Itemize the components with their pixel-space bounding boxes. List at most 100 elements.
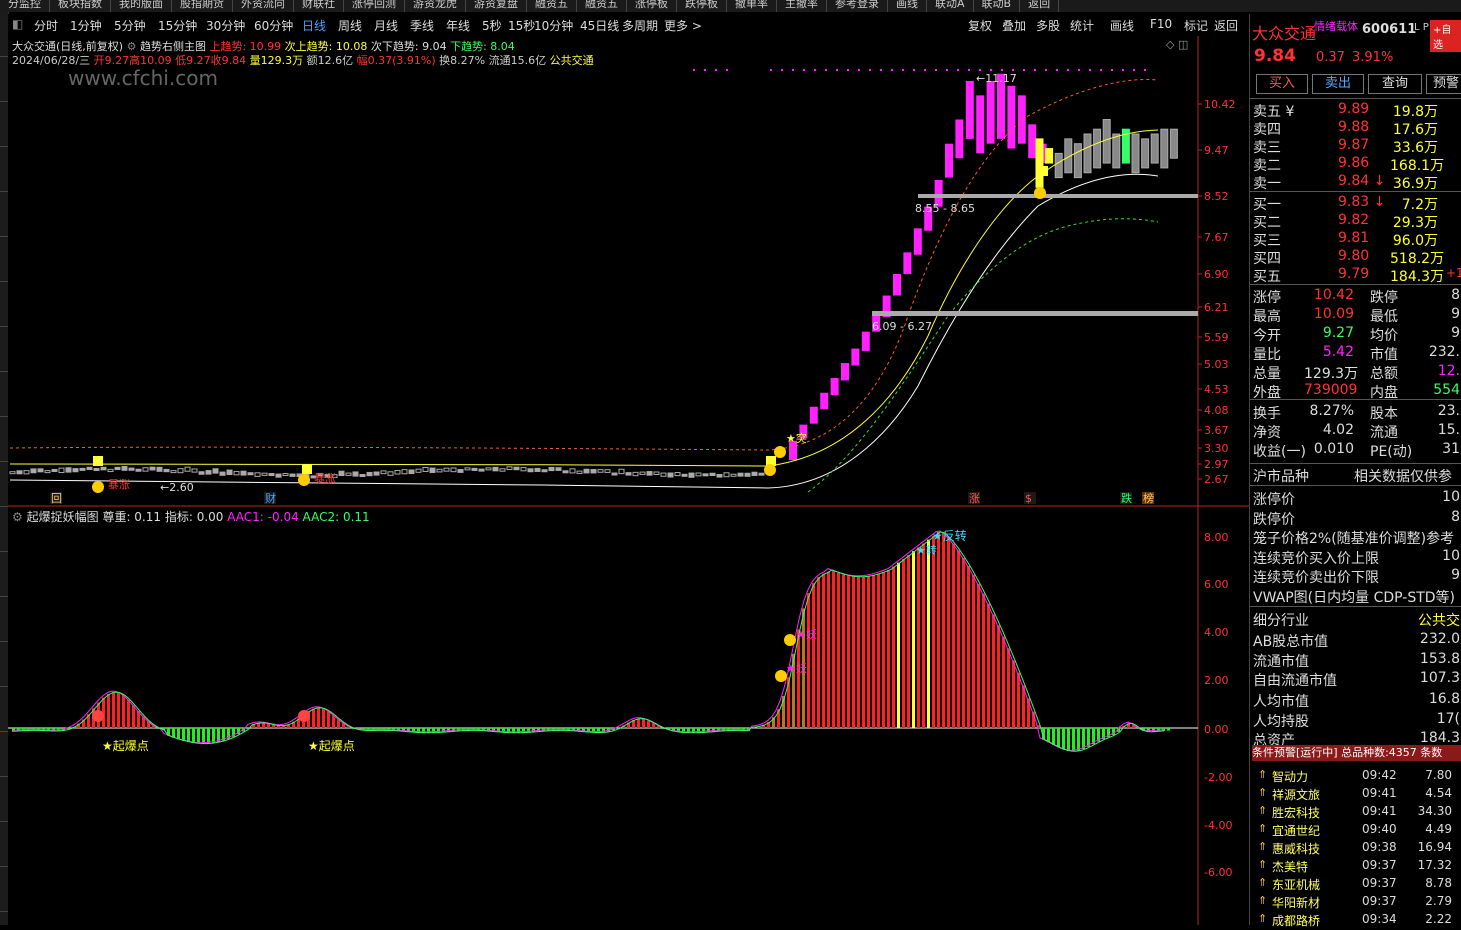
alert-item[interactable]: ⇑ 胜宏科技 09:41 34.30: [1250, 804, 1461, 822]
left-strip-tab[interactable]: [0, 507, 8, 552]
top-menu-item[interactable]: 联动A: [927, 0, 974, 12]
top-menu-item[interactable]: 股指期货: [172, 0, 233, 12]
candle-bar: [1093, 128, 1102, 169]
signal-dot: [726, 69, 728, 71]
left-strip-tab[interactable]: [0, 147, 8, 192]
period-tab[interactable]: 周线: [338, 17, 362, 34]
alert-item[interactable]: ⇑ 祥源文旅 09:41 4.54: [1250, 786, 1461, 804]
period-tab[interactable]: 15分钟: [158, 17, 197, 34]
buy-button[interactable]: 买入: [1256, 74, 1308, 94]
alert-item[interactable]: ⇑ 宜通世纪 09:40 4.49: [1250, 822, 1461, 840]
sidebar-toggle-icon[interactable]: ◧: [12, 17, 23, 31]
histogram-bar: [972, 574, 975, 728]
alert-item[interactable]: ⇑ 杰美特 09:37 17.32: [1250, 858, 1461, 876]
period-tab[interactable]: 分时: [34, 17, 58, 34]
chart-area[interactable]: 10.42 9.47 8.52 7.67 6.90 6.21 5.59 5.03 4.53 4.0…: [8, 36, 1249, 925]
period-tab[interactable]: 5分钟: [114, 17, 146, 34]
top-menu-item[interactable]: 游资复盘: [466, 0, 527, 12]
bid-volume: 96.0万: [1392, 233, 1438, 249]
candle-bar: [555, 467, 562, 471]
period-tab[interactable]: 10分钟: [534, 17, 573, 34]
period-tab[interactable]: 更多 >: [664, 17, 702, 34]
sell-button[interactable]: 卖出: [1312, 74, 1364, 94]
add-favorite-button[interactable]: +自选: [1430, 20, 1461, 52]
top-menu-item[interactable]: 融资五: [577, 0, 627, 12]
toolbar-button[interactable]: 画线: [1110, 17, 1134, 34]
top-menu-item[interactable]: 外资流向: [233, 0, 294, 12]
toolbar-button[interactable]: 返回: [1214, 17, 1238, 34]
period-tab[interactable]: 1分钟: [70, 17, 102, 34]
period-tab[interactable]: 日线: [302, 17, 326, 34]
candle-bar: [219, 471, 226, 476]
toolbar-button[interactable]: 统计: [1070, 17, 1094, 34]
candle-bar: [492, 466, 499, 472]
left-strip-tab[interactable]: [0, 732, 8, 777]
period-tab[interactable]: 月线: [374, 17, 398, 34]
left-strip-tab[interactable]: [0, 597, 8, 642]
period-tab[interactable]: 5秒: [482, 17, 502, 34]
maximize-icon[interactable]: ◫: [1178, 38, 1188, 51]
ignition-label: ★起爆点: [102, 739, 149, 753]
restore-icon[interactable]: ◇: [1166, 38, 1174, 51]
top-menu-item[interactable]: 跌停板: [677, 0, 727, 12]
period-tab[interactable]: 45日线: [580, 17, 619, 34]
top-menu-item[interactable]: 财联社: [294, 0, 344, 12]
alert-header[interactable]: 条件预警[运行中] 总品种数:4357 条数: [1252, 745, 1461, 761]
sub-indicator-name[interactable]: 起爆捉妖幅图: [27, 510, 99, 524]
top-menu-item[interactable]: 板块指数: [50, 0, 111, 12]
histogram-bar: [872, 574, 875, 728]
left-strip-tab[interactable]: [0, 192, 8, 237]
alert-item[interactable]: ⇑ 东亚机械 09:37 8.78: [1250, 876, 1461, 894]
left-strip-tab[interactable]: [0, 282, 8, 327]
alert-item[interactable]: ⇑ 惠威科技 09:38 16.94: [1250, 840, 1461, 858]
alert-item[interactable]: ⇑ 华阳新材 09:37 2.79: [1250, 894, 1461, 912]
alert-item[interactable]: ⇑ 智动力 09:42 7.80: [1250, 768, 1461, 786]
alert-item[interactable]: ⇑ 成都路桥 09:34 2.22: [1250, 912, 1461, 930]
top-menu-item[interactable]: 参考登录: [827, 0, 888, 12]
top-menu-item[interactable]: 分监控: [0, 0, 50, 12]
period-tab[interactable]: 30分钟: [206, 17, 245, 34]
gear-icon[interactable]: ⚙: [12, 510, 23, 524]
top-menu-item[interactable]: 主撤率: [777, 0, 827, 12]
period-tab[interactable]: 60分钟: [254, 17, 293, 34]
period-tab[interactable]: 15秒: [508, 17, 535, 34]
left-strip-tab[interactable]: [0, 372, 8, 417]
toolbar-button[interactable]: 叠加: [1002, 17, 1026, 34]
toolbar-button[interactable]: F10: [1150, 17, 1172, 31]
left-strip-tab[interactable]: [0, 327, 8, 372]
left-strip-tab[interactable]: [0, 462, 8, 507]
left-strip-tab[interactable]: [0, 642, 8, 687]
ask-price: 9.86: [1338, 155, 1370, 171]
left-strip-tab[interactable]: [0, 777, 8, 822]
toolbar-button[interactable]: 标记: [1184, 17, 1208, 34]
top-menu-item[interactable]: 撤单率: [727, 0, 777, 12]
top-menu-item[interactable]: 画线: [888, 0, 927, 12]
toolbar-button[interactable]: 多股: [1036, 17, 1060, 34]
left-strip-tab[interactable]: [0, 12, 8, 57]
period-tab[interactable]: 季线: [410, 17, 434, 34]
toolbar-button[interactable]: 复权: [968, 17, 992, 34]
period-tab[interactable]: 多周期: [622, 17, 658, 34]
top-menu-item[interactable]: 游资龙虎: [405, 0, 466, 12]
top-menu-item[interactable]: 我的版面: [111, 0, 172, 12]
top-menu-item[interactable]: 联动B: [974, 0, 1021, 12]
query-button[interactable]: 查询: [1368, 74, 1422, 94]
left-strip-tab[interactable]: [0, 822, 8, 867]
left-strip-tab[interactable]: [0, 237, 8, 282]
left-strip-tab[interactable]: [0, 417, 8, 462]
candle-bar: [226, 469, 233, 476]
top-menu-item[interactable]: 涨停板: [627, 0, 677, 12]
alert-button[interactable]: 预警: [1426, 74, 1461, 94]
left-strip-tab[interactable]: [0, 867, 8, 912]
quote-lp: L P: [1414, 22, 1429, 33]
period-tab[interactable]: 年线: [446, 17, 470, 34]
ignition-label: ★起爆点: [308, 739, 355, 753]
top-menu-item[interactable]: 涨停回测: [344, 0, 405, 12]
window-controls[interactable]: ◇ ◫: [1166, 38, 1188, 51]
left-strip-tab[interactable]: [0, 552, 8, 597]
top-menu-item[interactable]: 返回: [1020, 0, 1060, 12]
top-menu-item[interactable]: 融资五: [527, 0, 577, 12]
left-strip-tab[interactable]: [0, 102, 8, 147]
left-strip-tab[interactable]: [0, 687, 8, 732]
left-strip-tab[interactable]: [0, 57, 8, 102]
